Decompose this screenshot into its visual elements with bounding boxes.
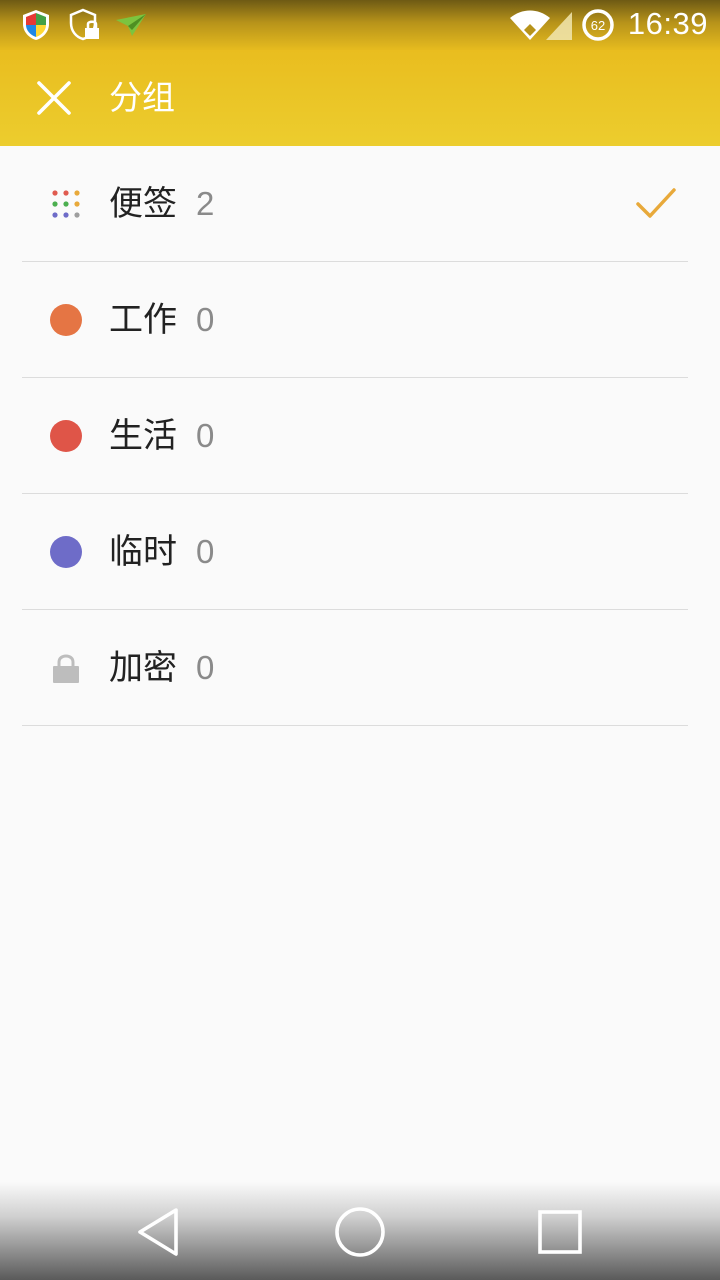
group-label: 工作 <box>109 300 177 340</box>
back-icon[interactable] <box>130 1204 186 1260</box>
group-item-encrypted[interactable]: 加密 0 <box>22 610 688 726</box>
group-item-notes[interactable]: 便签 2 <box>22 146 688 262</box>
navigation-bar <box>0 1182 720 1280</box>
battery-level-text: 62 <box>591 18 605 33</box>
group-count: 0 <box>196 301 215 338</box>
groups-screen: 62 16:39 分组 便签 2 工作 0 生活 0 临时 0 加密 0 <box>0 0 720 1280</box>
check-icon <box>636 188 676 218</box>
color-dot-icon <box>50 536 82 568</box>
wifi-icon <box>510 10 572 40</box>
group-list: 便签 2 工作 0 生活 0 临时 0 加密 0 <box>0 146 720 726</box>
group-label: 加密 <box>109 648 177 688</box>
group-count: 0 <box>196 417 215 454</box>
group-label: 生活 <box>109 416 177 456</box>
group-count: 0 <box>196 649 215 686</box>
lock-icon <box>53 654 79 683</box>
group-item-temporary[interactable]: 临时 0 <box>22 494 688 610</box>
group-label: 便签 <box>109 184 177 224</box>
recents-icon[interactable] <box>532 1204 588 1260</box>
page-title: 分组 <box>109 78 175 117</box>
status-bar: 62 16:39 <box>0 0 720 50</box>
battery-ring-icon: 62 <box>582 9 614 41</box>
group-count: 2 <box>196 185 215 222</box>
group-item-work[interactable]: 工作 0 <box>22 262 688 378</box>
group-item-life[interactable]: 生活 0 <box>22 378 688 494</box>
home-icon[interactable] <box>332 1204 388 1260</box>
paper-plane-icon <box>116 14 146 36</box>
clock-time: 16:39 <box>627 6 708 41</box>
group-count: 0 <box>196 533 215 570</box>
group-label: 临时 <box>109 532 177 572</box>
shield-lock-icon <box>69 8 99 41</box>
close-icon[interactable] <box>30 74 78 122</box>
color-dot-icon <box>50 420 82 452</box>
app-bar: 分组 <box>0 50 720 146</box>
grid-dots-icon <box>52 190 80 218</box>
shield-app-icon <box>23 10 49 40</box>
color-dot-icon <box>50 304 82 336</box>
